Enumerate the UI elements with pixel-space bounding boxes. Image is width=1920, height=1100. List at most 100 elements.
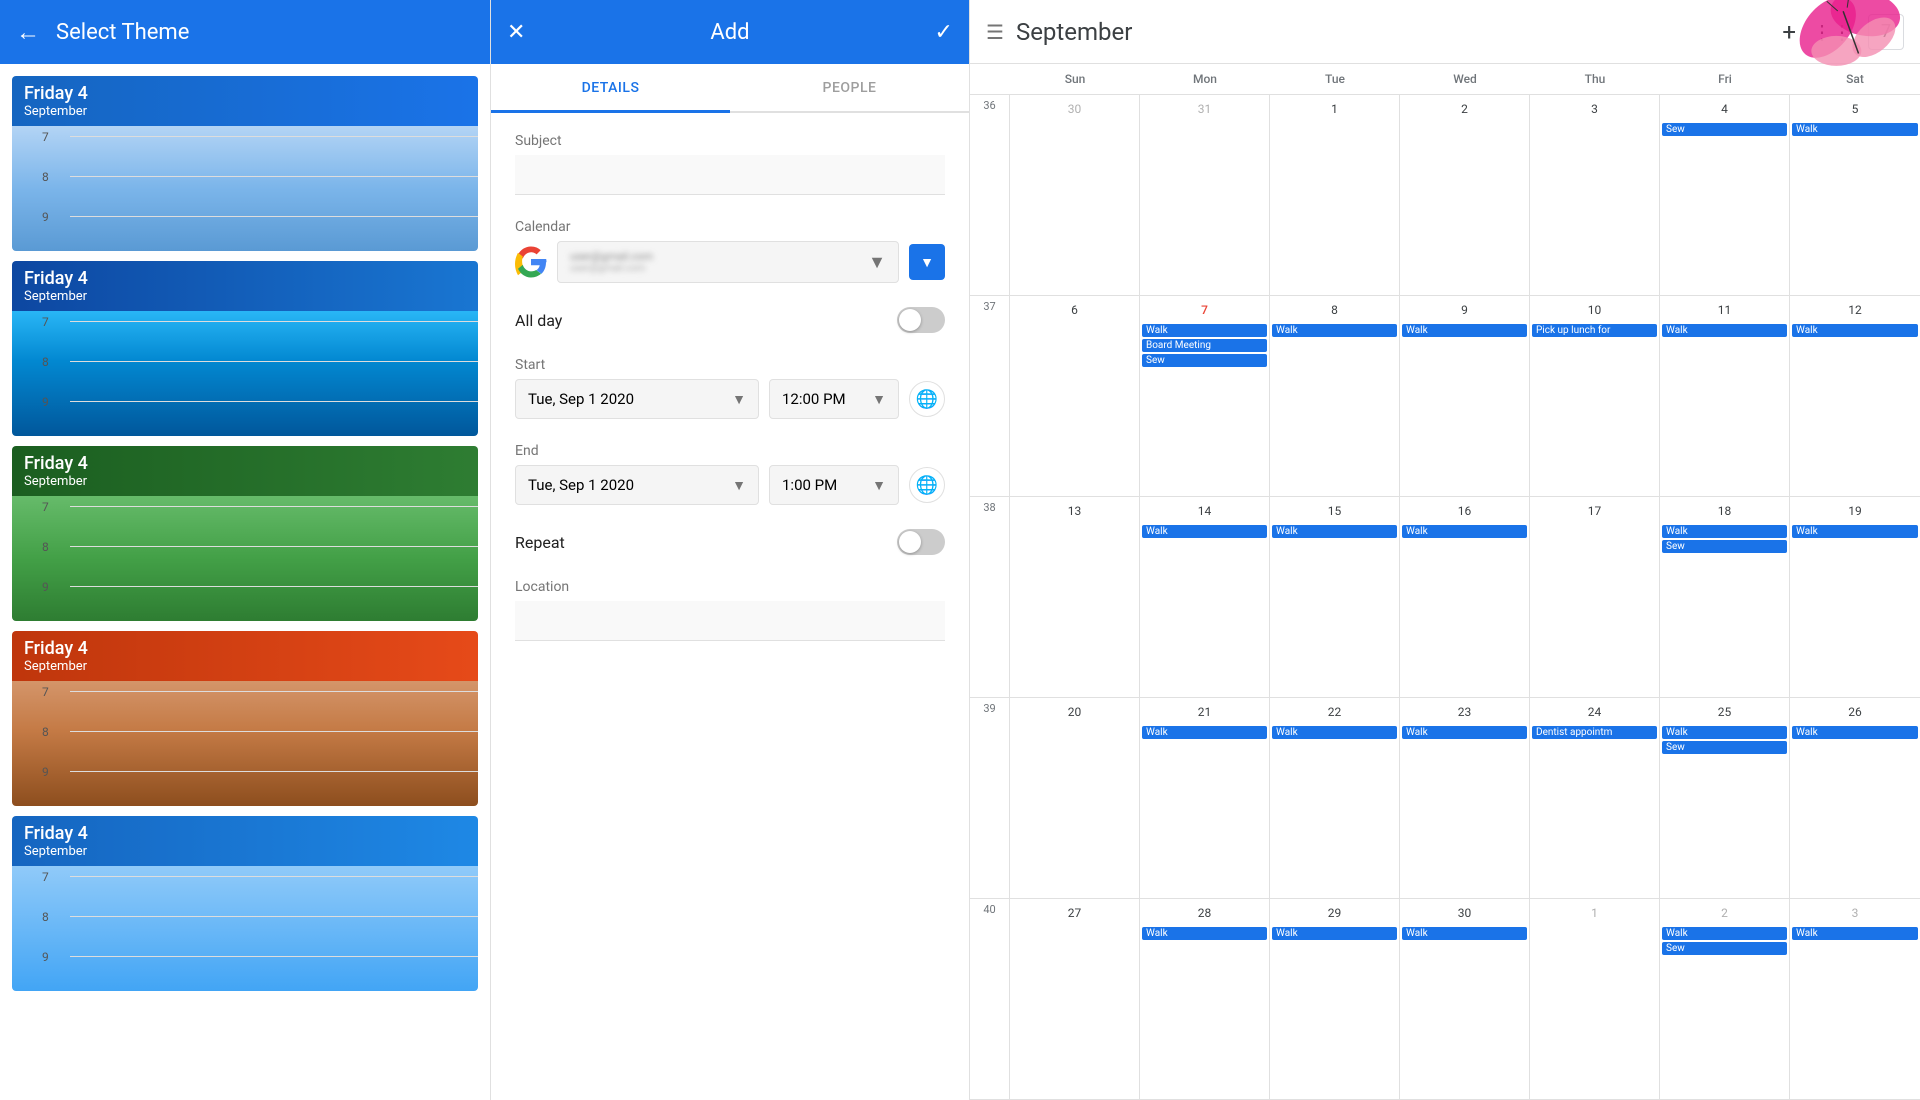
- event-chip[interactable]: Board Meeting: [1142, 339, 1267, 352]
- cal-day-sep29[interactable]: 29 Walk: [1270, 899, 1400, 1099]
- all-day-toggle-knob: [899, 309, 921, 331]
- theme-body: 7 8 9: [12, 496, 478, 621]
- end-time-select[interactable]: 1:00 PM ▼: [769, 465, 899, 505]
- hamburger-icon[interactable]: ☰: [986, 20, 1004, 44]
- theme-body: 7 8 9: [12, 866, 478, 991]
- event-chip[interactable]: Sew: [1142, 354, 1267, 367]
- event-chip[interactable]: Walk: [1662, 927, 1787, 940]
- event-chip[interactable]: Walk: [1402, 927, 1527, 940]
- cal-day-sep19[interactable]: 19 Walk: [1790, 497, 1920, 697]
- tab-details[interactable]: DETAILS: [491, 64, 730, 113]
- cal-day-sep15[interactable]: 15 Walk: [1270, 497, 1400, 697]
- cal-day-sep8[interactable]: 8 Walk: [1270, 296, 1400, 496]
- cal-day-oct2[interactable]: 2 Walk Sew: [1660, 899, 1790, 1099]
- cal-day-sep22[interactable]: 22 Walk: [1270, 698, 1400, 898]
- event-chip[interactable]: Walk: [1662, 726, 1787, 739]
- cal-day-sep23[interactable]: 23 Walk: [1400, 698, 1530, 898]
- event-chip[interactable]: Walk: [1142, 726, 1267, 739]
- start-time-select[interactable]: 12:00 PM ▼: [769, 379, 899, 419]
- subject-input[interactable]: [515, 155, 945, 195]
- theme-card-3[interactable]: Friday 4 September 7 8 9: [12, 446, 478, 621]
- close-icon[interactable]: ✕: [507, 20, 525, 45]
- back-button[interactable]: ←: [16, 18, 40, 47]
- cal-day-aug31[interactable]: 31: [1140, 95, 1270, 295]
- cal-day-sep30[interactable]: 30 Walk: [1400, 899, 1530, 1099]
- event-chip[interactable]: Walk: [1402, 525, 1527, 538]
- event-chip[interactable]: Walk: [1142, 324, 1267, 337]
- event-chip[interactable]: Sew: [1662, 942, 1787, 955]
- cal-day-sep9[interactable]: 9 Walk: [1400, 296, 1530, 496]
- cal-day-oct1[interactable]: 1: [1530, 899, 1660, 1099]
- cal-day-sep25[interactable]: 25 Walk Sew: [1660, 698, 1790, 898]
- cal-day-sep12[interactable]: 12 Walk: [1790, 296, 1920, 496]
- cal-day-sep2[interactable]: 2: [1400, 95, 1530, 295]
- repeat-toggle[interactable]: [897, 529, 945, 555]
- calendar-color-button[interactable]: ▼: [909, 244, 945, 280]
- repeat-toggle-knob: [899, 531, 921, 553]
- add-event-button[interactable]: +: [1782, 18, 1796, 46]
- cal-day-sep27[interactable]: 27: [1010, 899, 1140, 1099]
- start-date-select[interactable]: Tue, Sep 1 2020 ▼: [515, 379, 759, 419]
- event-chip[interactable]: Sew: [1662, 123, 1787, 136]
- cal-day-sep28[interactable]: 28 Walk: [1140, 899, 1270, 1099]
- calendar-dropdown[interactable]: user@gmail.com user@gmail.com ▼: [557, 241, 899, 283]
- event-chip[interactable]: Walk: [1792, 324, 1918, 337]
- cal-day-sep6[interactable]: 6: [1010, 296, 1140, 496]
- event-chip[interactable]: Walk: [1402, 726, 1527, 739]
- theme-header: Friday 4 September: [12, 446, 478, 496]
- cal-day-sep11[interactable]: 11 Walk: [1660, 296, 1790, 496]
- day-number: 2: [1453, 97, 1477, 121]
- event-chip[interactable]: Walk: [1272, 726, 1397, 739]
- cal-day-sep7[interactable]: 7 Walk Board Meeting Sew: [1140, 296, 1270, 496]
- location-input[interactable]: [515, 601, 945, 641]
- cal-day-sep21[interactable]: 21 Walk: [1140, 698, 1270, 898]
- end-timezone-button[interactable]: 🌐: [909, 467, 945, 503]
- cal-day-sep10[interactable]: 10 Pick up lunch for: [1530, 296, 1660, 496]
- cal-day-oct3[interactable]: 3 Walk: [1790, 899, 1920, 1099]
- time-row: 9: [42, 393, 478, 433]
- end-date-arrow: ▼: [732, 477, 746, 494]
- event-chip[interactable]: Walk: [1792, 726, 1918, 739]
- event-chip[interactable]: Walk: [1792, 525, 1918, 538]
- all-day-toggle[interactable]: [897, 307, 945, 333]
- cal-day-sep26[interactable]: 26 Walk: [1790, 698, 1920, 898]
- theme-card-2[interactable]: Friday 4 September 7 8 9: [12, 261, 478, 436]
- cal-day-sep13[interactable]: 13: [1010, 497, 1140, 697]
- cal-day-sep17[interactable]: 17: [1530, 497, 1660, 697]
- theme-card-4[interactable]: Friday 4 September 7 8 9: [12, 631, 478, 806]
- cal-day-aug30[interactable]: 30: [1010, 95, 1140, 295]
- cal-day-sep18[interactable]: 18 Walk Sew: [1660, 497, 1790, 697]
- end-date-select[interactable]: Tue, Sep 1 2020 ▼: [515, 465, 759, 505]
- more-options-icon[interactable]: ⋮⋮: [1812, 20, 1852, 44]
- confirm-icon[interactable]: ✓: [935, 20, 953, 45]
- event-chip[interactable]: Sew: [1662, 540, 1787, 553]
- week-number-39: 39: [970, 698, 1010, 898]
- event-chip[interactable]: Walk: [1272, 525, 1397, 538]
- event-chip[interactable]: Pick up lunch for: [1532, 324, 1657, 337]
- event-chip[interactable]: Walk: [1272, 927, 1397, 940]
- event-chip[interactable]: Walk: [1142, 525, 1267, 538]
- start-timezone-button[interactable]: 🌐: [909, 381, 945, 417]
- event-chip[interactable]: Walk: [1402, 324, 1527, 337]
- event-chip[interactable]: Walk: [1792, 123, 1918, 136]
- event-chip[interactable]: Dentist appointm: [1532, 726, 1657, 739]
- event-chip[interactable]: Walk: [1272, 324, 1397, 337]
- cal-day-sep5[interactable]: 5 Walk: [1790, 95, 1920, 295]
- cal-day-sep24[interactable]: 24 Dentist appointm: [1530, 698, 1660, 898]
- cal-day-sep16[interactable]: 16 Walk: [1400, 497, 1530, 697]
- event-chip[interactable]: Walk: [1662, 525, 1787, 538]
- cal-day-sep4[interactable]: 4 Sew: [1660, 95, 1790, 295]
- theme-card-5[interactable]: Friday 4 September 7 8 9: [12, 816, 478, 991]
- time-line: [70, 216, 478, 217]
- calendar-view-button[interactable]: 7: [1868, 14, 1904, 50]
- event-chip[interactable]: Walk: [1142, 927, 1267, 940]
- event-chip[interactable]: Walk: [1792, 927, 1918, 940]
- tab-people[interactable]: PEOPLE: [730, 64, 969, 111]
- theme-card-1[interactable]: Friday 4 September 7 8 9: [12, 76, 478, 251]
- cal-day-sep14[interactable]: 14 Walk: [1140, 497, 1270, 697]
- cal-day-sep1[interactable]: 1: [1270, 95, 1400, 295]
- cal-day-sep20[interactable]: 20: [1010, 698, 1140, 898]
- cal-day-sep3[interactable]: 3: [1530, 95, 1660, 295]
- event-chip[interactable]: Walk: [1662, 324, 1787, 337]
- event-chip[interactable]: Sew: [1662, 741, 1787, 754]
